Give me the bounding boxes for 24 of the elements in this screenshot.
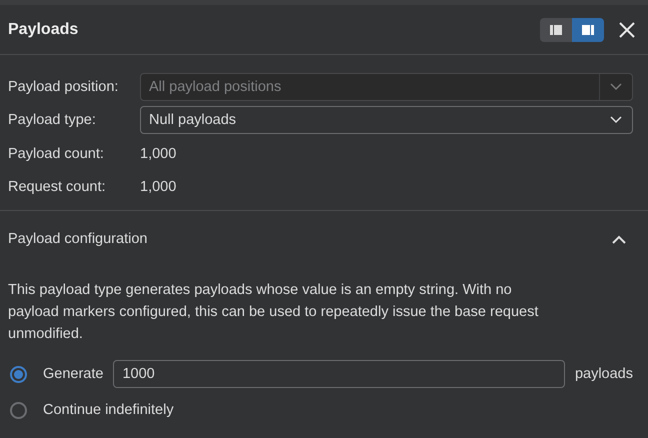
close-icon[interactable]	[618, 20, 636, 38]
radio-button[interactable]	[10, 366, 27, 382]
option-label: Generate	[43, 366, 104, 382]
radio-button[interactable]	[10, 402, 27, 418]
dropdown[interactable]: Null payloads	[140, 106, 633, 134]
field-label: Payload type:	[8, 112, 97, 128]
option-label: Continue indefinitely	[43, 402, 174, 418]
field-label: Payload count:	[8, 146, 105, 162]
panel-title: Payloads	[8, 20, 80, 38]
field-value: 1,000	[140, 179, 176, 196]
section-title: Payload configuration	[8, 231, 148, 247]
right-panel-icon	[581, 24, 595, 36]
description-text: This payload type generates payloads whose value is an empty string. With no payload markers configured, this can be used to repeatedly issue the base request unmodified.	[8, 281, 540, 344]
field-label: Payload position:	[8, 78, 120, 95]
layout-toggle[interactable]	[540, 18, 572, 42]
left-panel-icon	[549, 24, 563, 36]
field-label: Request count:	[8, 179, 107, 196]
count-input[interactable]: 1000	[113, 360, 565, 388]
layout-toggle[interactable]	[572, 18, 604, 42]
chevron-down-icon	[610, 116, 622, 124]
suffix-label: payloads	[574, 366, 633, 382]
field-value: 1,000	[140, 146, 176, 162]
chevron-up-icon[interactable]	[612, 234, 626, 244]
chevron-down-icon	[610, 82, 622, 91]
